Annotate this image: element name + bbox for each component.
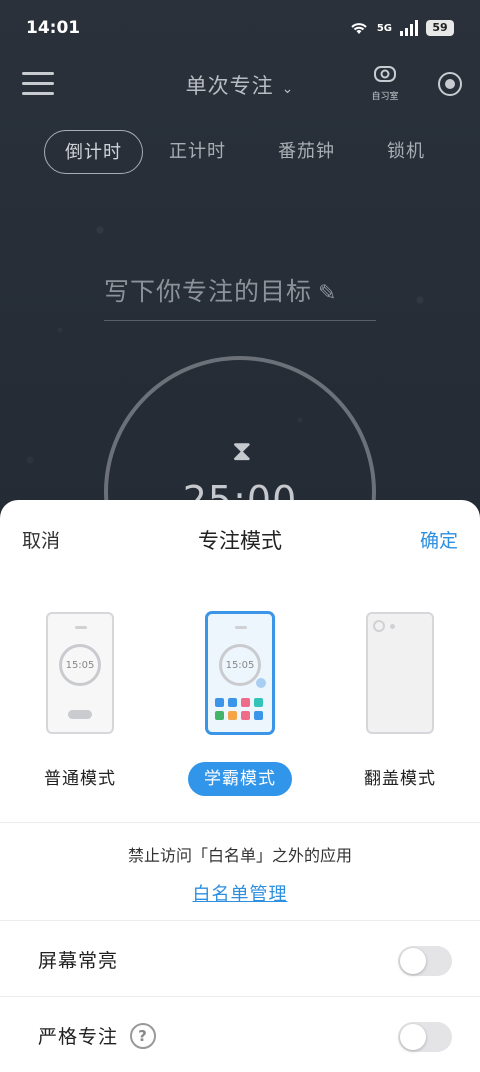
whitelist-management-link[interactable]: 白名单管理 (0, 880, 480, 906)
battery-icon: 59 (426, 20, 454, 36)
tab-countup[interactable]: 正计时 (143, 130, 252, 174)
mode-options: 15:05 普通模式 15:05 学霸模式 翻盖模式 (0, 612, 480, 802)
help-icon[interactable]: ? (130, 1022, 157, 1049)
mode-option-normal[interactable]: 15:05 普通模式 (10, 612, 150, 796)
setting-label-strict-focus-wrap: 严格专注 ? (38, 1022, 157, 1049)
preview-time: 15:05 (225, 660, 255, 671)
tab-lock[interactable]: 锁机 (361, 130, 451, 174)
setting-label-strict-focus: 严格专注 (38, 1026, 119, 1048)
mode-label-flip: 翻盖模式 (364, 769, 436, 789)
top-navigation: 单次专注 ⌄ 自习室 (0, 62, 480, 108)
hourglass-icon: ⧗ (232, 434, 252, 467)
mode-title-text: 单次专注 (185, 74, 274, 98)
flip-mode-phone-illustration (366, 612, 434, 734)
study-room-icon (374, 66, 396, 82)
focus-mode-selector[interactable]: 单次专注 ⌄ (0, 70, 480, 100)
signal-icon (400, 20, 418, 36)
network-type: 5G (376, 22, 392, 34)
tab-countdown[interactable]: 倒计时 (44, 130, 143, 174)
goal-input[interactable]: 写下你专注的目标 ✎ (104, 272, 376, 321)
pencil-icon: ✎ (318, 281, 338, 306)
setting-row-screen-on: 屏幕常亮 (0, 922, 480, 996)
status-icons: 5G 59 (349, 20, 454, 36)
study-room-button[interactable]: 自习室 (368, 64, 402, 102)
preview-time: 15:05 (65, 660, 95, 671)
tab-pomodoro[interactable]: 番茄钟 (252, 130, 361, 174)
divider (0, 920, 480, 921)
status-time: 14:01 (26, 18, 81, 38)
camera-icon (373, 620, 385, 632)
wifi-icon (351, 23, 367, 34)
confirm-button[interactable]: 确定 (420, 526, 458, 553)
setting-label-screen-on: 屏幕常亮 (38, 950, 119, 972)
screen-on-toggle[interactable] (398, 946, 452, 976)
study-mode-phone-illustration: 15:05 (206, 612, 274, 734)
focus-mode-sheet: 取消 专注模式 确定 15:05 普通模式 15:05 学霸模式 翻盖模式 禁止… (0, 500, 480, 1072)
mode-label-normal: 普通模式 (44, 769, 116, 789)
goal-placeholder: 写下你专注的目标 (104, 277, 313, 306)
timer-type-tabs: 倒计时 正计时 番茄钟 锁机 (44, 130, 451, 174)
setting-row-strict-focus: 严格专注 ? (0, 998, 480, 1072)
mode-option-flip[interactable]: 翻盖模式 (330, 612, 470, 796)
chevron-down-icon: ⌄ (281, 81, 295, 97)
sheet-title: 专注模式 (198, 529, 282, 553)
status-bar: 14:01 5G 59 (0, 0, 480, 56)
divider (0, 822, 480, 823)
app-grid-icon (215, 698, 267, 720)
mode-label-study: 学霸模式 (188, 762, 292, 796)
mode-option-study[interactable]: 15:05 学霸模式 (170, 612, 310, 796)
record-icon[interactable] (438, 72, 462, 96)
strict-focus-toggle[interactable] (398, 1022, 452, 1052)
sheet-header: 取消 专注模式 确定 (0, 500, 480, 576)
study-room-label: 自习室 (371, 92, 399, 102)
divider (0, 996, 480, 997)
normal-mode-phone-illustration: 15:05 (46, 612, 114, 734)
mode-description: 禁止访问「白名单」之外的应用 (127, 846, 352, 865)
